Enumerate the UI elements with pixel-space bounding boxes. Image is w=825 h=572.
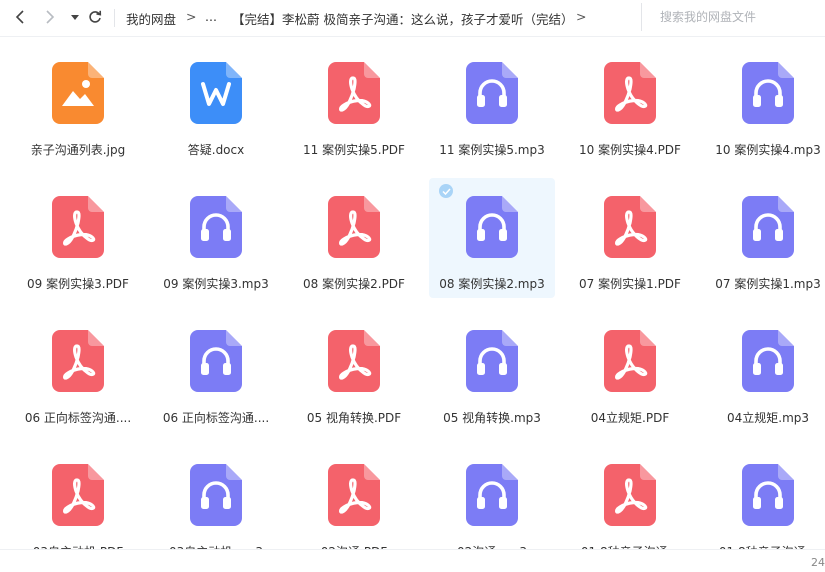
breadcrumb-current-folder[interactable]: 【完结】李松蔚 极简亲子沟通：这么说，孩子才爱听（完结） xyxy=(232,9,573,28)
file-item[interactable]: 01 8种亲子沟通... xyxy=(705,446,825,549)
file-item[interactable]: 03自主动机.PDF xyxy=(15,446,141,549)
file-item[interactable]: 亲子沟通列表.jpg xyxy=(15,44,141,164)
file-name: 亲子沟通列表.jpg xyxy=(30,143,126,157)
audio-file-icon xyxy=(466,330,518,392)
pdf-file-icon xyxy=(328,464,380,526)
back-arrow-icon[interactable] xyxy=(10,6,32,28)
file-name: 08 案例实操2.PDF xyxy=(303,277,405,291)
audio-file-icon xyxy=(742,330,794,392)
word-file-icon xyxy=(190,62,242,124)
breadcrumb-separator-end[interactable]: > xyxy=(576,9,586,24)
audio-file-icon xyxy=(742,464,794,526)
file-item[interactable]: 01 8种亲子沟通... xyxy=(567,446,693,549)
file-item[interactable]: 02沟通.mp3 xyxy=(429,446,555,549)
search-input[interactable] xyxy=(641,3,825,31)
breadcrumb-ellipsis[interactable]: ... xyxy=(205,9,217,24)
file-item[interactable]: 04立规矩.PDF xyxy=(567,312,693,432)
pdf-file-icon xyxy=(52,196,104,258)
pdf-file-icon xyxy=(604,62,656,124)
file-item[interactable]: 答疑.docx xyxy=(153,44,279,164)
audio-file-icon xyxy=(190,330,242,392)
file-name: 07 案例实操1.PDF xyxy=(579,277,681,291)
pdf-file-icon xyxy=(328,196,380,258)
audio-file-icon xyxy=(466,464,518,526)
audio-file-icon xyxy=(466,196,518,258)
file-name: 04立规矩.PDF xyxy=(590,411,670,425)
file-item[interactable]: 03自主动机.mp3 xyxy=(153,446,279,549)
selected-check-icon[interactable] xyxy=(439,184,453,198)
file-name: 09 案例实操3.mp3 xyxy=(163,277,269,291)
image-file-icon xyxy=(52,62,104,124)
file-item[interactable]: 06 正向标签沟通.... xyxy=(153,312,279,432)
file-name: 10 案例实操4.mp3 xyxy=(715,143,821,157)
audio-file-icon xyxy=(190,196,242,258)
forward-arrow-icon[interactable] xyxy=(39,6,61,28)
file-name: 答疑.docx xyxy=(187,143,245,157)
file-item[interactable]: 07 案例实操1.PDF xyxy=(567,178,693,298)
file-item[interactable]: 05 视角转换.PDF xyxy=(291,312,417,432)
file-item[interactable]: 10 案例实操4.PDF xyxy=(567,44,693,164)
file-name: 11 案例实操5.mp3 xyxy=(439,143,545,157)
refresh-icon[interactable] xyxy=(84,6,106,28)
file-name: 04立规矩.mp3 xyxy=(726,411,810,425)
pdf-file-icon xyxy=(52,330,104,392)
breadcrumb-root[interactable]: 我的网盘 xyxy=(126,9,176,28)
file-item[interactable]: 09 案例实操3.PDF xyxy=(15,178,141,298)
file-item[interactable]: 10 案例实操4.mp3 xyxy=(705,44,825,164)
file-name: 06 正向标签沟通.... xyxy=(162,411,270,425)
file-name: 06 正向标签沟通.... xyxy=(24,411,132,425)
file-item[interactable]: 11 案例实操5.mp3 xyxy=(429,44,555,164)
file-item[interactable]: 08 案例实操2.mp3 xyxy=(429,178,555,298)
file-name: 07 案例实操1.mp3 xyxy=(715,277,821,291)
pdf-file-icon xyxy=(604,464,656,526)
file-item[interactable]: 07 案例实操1.mp3 xyxy=(705,178,825,298)
file-name: 10 案例实操4.PDF xyxy=(579,143,681,157)
audio-file-icon xyxy=(190,464,242,526)
pdf-file-icon xyxy=(604,196,656,258)
pdf-file-icon xyxy=(604,330,656,392)
audio-file-icon xyxy=(742,62,794,124)
dropdown-caret-icon[interactable] xyxy=(64,6,86,28)
pdf-file-icon xyxy=(328,330,380,392)
toolbar-divider xyxy=(114,9,115,27)
pdf-file-icon xyxy=(328,62,380,124)
item-count: 24 xyxy=(811,556,825,569)
file-item[interactable]: 04立规矩.mp3 xyxy=(705,312,825,432)
file-item[interactable]: 11 案例实操5.PDF xyxy=(291,44,417,164)
breadcrumb-separator: > xyxy=(186,9,197,24)
pdf-file-icon xyxy=(52,464,104,526)
file-item[interactable]: 08 案例实操2.PDF xyxy=(291,178,417,298)
top-toolbar: 我的网盘 > ... 【完结】李松蔚 极简亲子沟通：这么说，孩子才爱听（完结） … xyxy=(0,0,825,37)
file-name: 08 案例实操2.mp3 xyxy=(439,277,545,291)
status-bar: 24 xyxy=(0,549,825,572)
file-item[interactable]: 05 视角转换.mp3 xyxy=(429,312,555,432)
file-item[interactable]: 09 案例实操3.mp3 xyxy=(153,178,279,298)
file-name: 09 案例实操3.PDF xyxy=(27,277,129,291)
file-grid: 亲子沟通列表.jpg 答疑.docx 11 案例实操5.PDF 11 案例实操5.mp… xyxy=(15,44,825,549)
file-name: 05 视角转换.PDF xyxy=(306,411,402,425)
file-item[interactable]: 02沟通.PDF xyxy=(291,446,417,549)
audio-file-icon xyxy=(742,196,794,258)
audio-file-icon xyxy=(466,62,518,124)
file-item[interactable]: 06 正向标签沟通.... xyxy=(15,312,141,432)
file-name: 05 视角转换.mp3 xyxy=(443,411,541,425)
file-name: 11 案例实操5.PDF xyxy=(303,143,405,157)
